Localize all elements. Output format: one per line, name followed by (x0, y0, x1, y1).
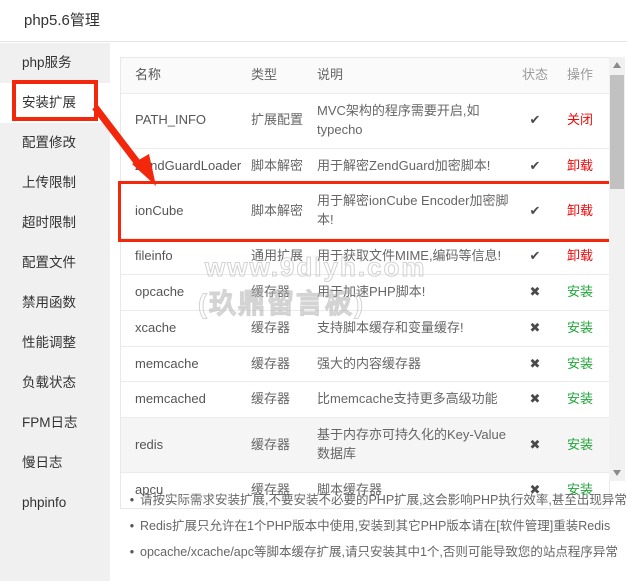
cross-icon: ✖ (517, 382, 557, 417)
scroll-down-icon[interactable] (609, 465, 625, 481)
note-item: • 请按实际需求安装扩展,不要安装不必要的PHP扩展,这会影响PHP执行效率,甚… (124, 487, 620, 513)
page-title: php5.6管理 (24, 0, 100, 42)
check-icon: ✔ (517, 149, 557, 184)
note-text: 请按实际需求安装扩展,不要安装不必要的PHP扩展,这会影响PHP执行效率,甚至出… (140, 487, 627, 513)
note-text: opcache/xcache/apc等脚本缓存扩展,请只安装其中1个,否则可能导… (140, 539, 618, 565)
action-link[interactable]: 安装 (567, 391, 593, 406)
extension-name: fileinfo (121, 239, 251, 274)
action-link[interactable]: 安装 (567, 320, 593, 335)
sidebar-item-php服务[interactable]: php服务 (0, 43, 110, 83)
extension-name: memcache (121, 347, 251, 382)
sidebar-item-FPM日志[interactable]: FPM日志 (0, 403, 110, 443)
scroll-up-icon[interactable] (609, 57, 625, 73)
extension-name: memcached (121, 382, 251, 417)
extension-type: 缓存器 (251, 347, 317, 382)
col-header-name: 名称 (121, 58, 251, 93)
table-row: memcached 缓存器 比memcache支持更多高级功能 ✖ 安装 (121, 382, 609, 418)
extension-type: 缓存器 (251, 311, 317, 346)
extension-type: 缓存器 (251, 428, 317, 463)
table-row: ionCube 脚本解密 用于解密ionCube Encoder加密脚本! ✔ … (121, 184, 609, 239)
table-row: xcache 缓存器 支持脚本缓存和变量缓存! ✖ 安装 (121, 311, 609, 347)
action-link[interactable]: 安装 (567, 437, 593, 452)
action-link[interactable]: 关闭 (567, 112, 593, 127)
extension-desc: 用于解密ionCube Encoder加密脚本! (317, 184, 517, 238)
sidebar-item-超时限制[interactable]: 超时限制 (0, 203, 110, 243)
sidebar-item-慢日志[interactable]: 慢日志 (0, 443, 110, 483)
extension-name: ionCube (121, 194, 251, 229)
sidebar: php服务安装扩展配置修改上传限制超时限制配置文件禁用函数性能调整负载状态FPM… (0, 43, 110, 581)
cross-icon: ✖ (517, 428, 557, 463)
note-item: • opcache/xcache/apc等脚本缓存扩展,请只安装其中1个,否则可… (124, 539, 620, 565)
sidebar-item-禁用函数[interactable]: 禁用函数 (0, 283, 110, 323)
sidebar-item-配置文件[interactable]: 配置文件 (0, 243, 110, 283)
check-icon: ✔ (517, 239, 557, 274)
col-header-status: 状态 (517, 58, 557, 93)
cross-icon: ✖ (517, 347, 557, 382)
check-icon: ✔ (517, 194, 557, 229)
table-header-row: 名称 类型 说明 状态 操作 (121, 58, 609, 94)
col-header-desc: 说明 (317, 58, 517, 93)
extension-name: ZendGuardLoader (121, 149, 251, 184)
extension-desc: 用于加速PHP脚本! (317, 275, 517, 310)
extension-type: 通用扩展 (251, 239, 317, 274)
table-row: ZendGuardLoader 脚本解密 用于解密ZendGuard加密脚本! … (121, 149, 609, 185)
extension-desc: 基于内存亦可持久化的Key-Value数据库 (317, 418, 517, 472)
action-link[interactable]: 卸载 (567, 158, 593, 173)
extension-name: PATH_INFO (121, 103, 251, 138)
extension-desc: 强大的内容缓存器 (317, 347, 517, 382)
table-row: PATH_INFO 扩展配置 MVC架构的程序需要开启,如typecho ✔ 关… (121, 94, 609, 149)
extension-type: 脚本解密 (251, 149, 317, 184)
note-item: • Redis扩展只允许在1个PHP版本中使用,安装到其它PHP版本请在[软件管… (124, 513, 620, 539)
extension-desc: 用于获取文件MIME,编码等信息! (317, 239, 517, 274)
extension-desc: 用于解密ZendGuard加密脚本! (317, 149, 517, 184)
extension-type: 脚本解密 (251, 194, 317, 229)
action-link[interactable]: 卸载 (567, 248, 593, 263)
sidebar-item-负载状态[interactable]: 负载状态 (0, 363, 110, 403)
action-link[interactable]: 安装 (567, 284, 593, 299)
col-header-type: 类型 (251, 58, 317, 93)
sidebar-item-配置修改[interactable]: 配置修改 (0, 123, 110, 163)
extension-name: xcache (121, 311, 251, 346)
extension-type: 缓存器 (251, 382, 317, 417)
extension-desc: MVC架构的程序需要开启,如typecho (317, 94, 517, 148)
extension-desc: 比memcache支持更多高级功能 (317, 382, 517, 417)
cross-icon: ✖ (517, 311, 557, 346)
bullet-icon: • (124, 487, 140, 513)
col-header-action: 操作 (557, 58, 607, 93)
sidebar-item-安装扩展[interactable]: 安装扩展 (0, 83, 110, 123)
table-scrollbar[interactable] (609, 57, 625, 481)
table-row: redis 缓存器 基于内存亦可持久化的Key-Value数据库 ✖ 安装 (121, 418, 609, 473)
notes-list: • 请按实际需求安装扩展,不要安装不必要的PHP扩展,这会影响PHP执行效率,甚… (124, 487, 620, 565)
extension-name: redis (121, 428, 251, 463)
table-row: opcache 缓存器 用于加速PHP脚本! ✖ 安装 (121, 275, 609, 311)
check-icon: ✔ (517, 103, 557, 138)
window-titlebar: php5.6管理 (0, 0, 627, 42)
extension-name: opcache (121, 275, 251, 310)
bullet-icon: • (124, 513, 140, 539)
sidebar-item-性能调整[interactable]: 性能调整 (0, 323, 110, 363)
note-text: Redis扩展只允许在1个PHP版本中使用,安装到其它PHP版本请在[软件管理]… (140, 513, 610, 539)
cross-icon: ✖ (517, 275, 557, 310)
table-row: memcache 缓存器 强大的内容缓存器 ✖ 安装 (121, 347, 609, 383)
extension-desc: 支持脚本缓存和变量缓存! (317, 311, 517, 346)
scrollbar-thumb[interactable] (610, 75, 624, 189)
extension-type: 扩展配置 (251, 103, 317, 138)
extensions-table: 名称 类型 说明 状态 操作 PATH_INFO 扩展配置 MVC架构的程序需要… (120, 57, 610, 509)
action-link[interactable]: 安装 (567, 356, 593, 371)
bullet-icon: • (124, 539, 140, 565)
sidebar-item-上传限制[interactable]: 上传限制 (0, 163, 110, 203)
action-link[interactable]: 卸载 (567, 203, 593, 218)
sidebar-item-phpinfo[interactable]: phpinfo (0, 483, 110, 523)
extension-type: 缓存器 (251, 275, 317, 310)
table-row: fileinfo 通用扩展 用于获取文件MIME,编码等信息! ✔ 卸载 (121, 239, 609, 275)
